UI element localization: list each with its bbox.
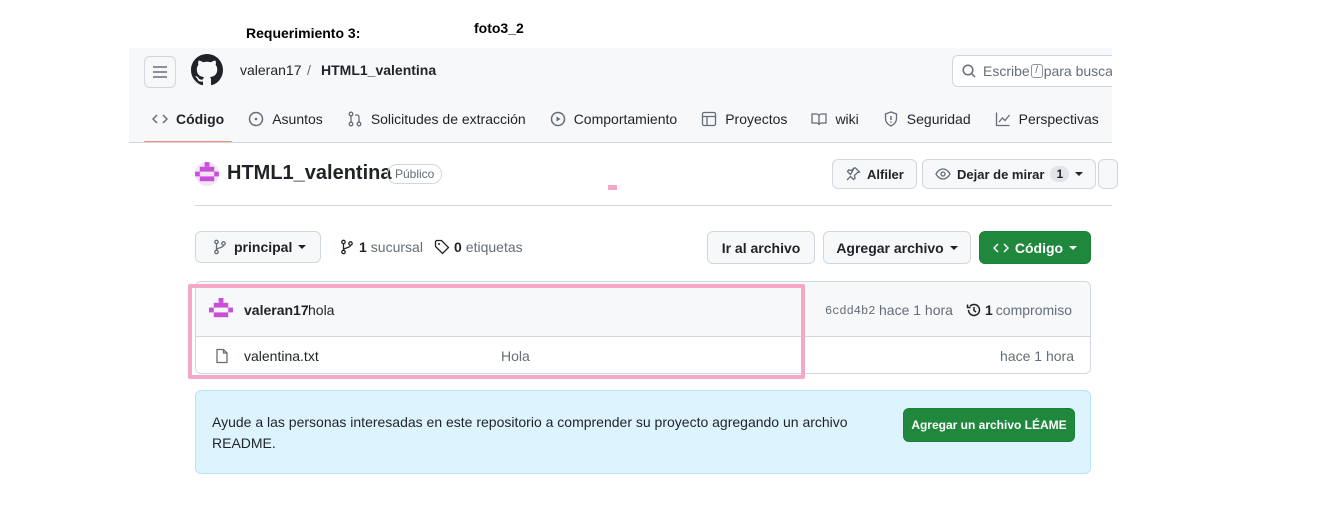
breadcrumb-owner-link[interactable]: valeran17 bbox=[240, 62, 302, 78]
pull-request-icon bbox=[348, 111, 362, 127]
repo-owner-avatar[interactable] bbox=[195, 162, 219, 186]
caret-down-icon bbox=[949, 245, 958, 250]
commit-count: 1 bbox=[985, 302, 993, 318]
tab-security-label: Seguridad bbox=[906, 111, 971, 127]
search-input[interactable]: Escribe / para buscar bbox=[952, 55, 1112, 87]
branch-name: principal bbox=[234, 239, 293, 255]
graph-icon bbox=[995, 112, 1010, 127]
commit-author-avatar[interactable] bbox=[209, 298, 233, 322]
play-icon bbox=[550, 111, 565, 127]
commit-message-link[interactable]: hola bbox=[308, 302, 334, 318]
code-icon bbox=[152, 114, 168, 124]
add-file-label: Agregar archivo bbox=[836, 239, 944, 256]
history-icon bbox=[966, 303, 981, 317]
file-row[interactable]: valentina.txt Hola hace 1 hora bbox=[196, 337, 1090, 373]
book-icon bbox=[811, 113, 828, 126]
code-button-label: Código bbox=[1014, 239, 1064, 256]
repo-title[interactable]: HTML1_valentina bbox=[227, 162, 391, 185]
file-commit-time: hace 1 hora bbox=[1000, 348, 1074, 364]
branches-label: sucursal bbox=[370, 239, 423, 255]
caret-down-icon bbox=[1069, 245, 1078, 250]
commit-count-label: compromiso bbox=[995, 302, 1073, 318]
unwatch-button[interactable]: Dejar de mirar 1 bbox=[922, 159, 1097, 189]
code-dropdown-button[interactable]: Código bbox=[979, 231, 1091, 264]
fork-button-cut-off[interactable] bbox=[1098, 159, 1118, 189]
tab-issues[interactable]: Asuntos bbox=[240, 104, 331, 134]
add-file-button[interactable]: Agregar archivo bbox=[823, 231, 971, 264]
tab-code[interactable]: Código bbox=[144, 104, 233, 142]
pin-label: Alfiler bbox=[867, 166, 904, 182]
search-placeholder-prefix: Escribe bbox=[983, 63, 1030, 79]
search-icon bbox=[962, 64, 976, 78]
branches-count: 1 bbox=[359, 239, 367, 255]
latest-commit-row: valeran17 hola 6cdd4b2 hace 1 hora 1 com… bbox=[196, 282, 1090, 337]
tab-projects-label: Proyectos bbox=[725, 111, 788, 127]
unwatch-label: Dejar de mirar bbox=[957, 166, 1045, 182]
watch-counter: 1 bbox=[1050, 166, 1070, 182]
repo-tabs: Código Asuntos Solicitudes de extracción… bbox=[144, 104, 1112, 142]
file-commit-message[interactable]: Hola bbox=[501, 348, 530, 364]
tab-actions[interactable]: Comportamiento bbox=[542, 104, 686, 134]
pin-button[interactable]: Alfiler bbox=[832, 159, 917, 189]
file-name-link[interactable]: valentina.txt bbox=[244, 348, 319, 364]
tab-code-label: Código bbox=[176, 111, 225, 127]
pin-icon bbox=[846, 167, 861, 181]
breadcrumb-repo-link[interactable]: HTML1_valentina bbox=[321, 62, 436, 78]
breadcrumb-separator: / bbox=[307, 62, 311, 78]
eye-icon bbox=[935, 168, 951, 180]
tags-link[interactable]: 0 etiquetas bbox=[434, 239, 523, 255]
tab-actions-label: Comportamiento bbox=[573, 111, 678, 127]
readme-prompt-text: Ayude a las personas interesadas en este… bbox=[212, 414, 848, 451]
github-logo-icon[interactable] bbox=[191, 54, 223, 86]
caret-down-icon bbox=[298, 245, 307, 249]
tab-insights[interactable]: Perspectivas bbox=[987, 104, 1107, 134]
hamburger-menu-button[interactable] bbox=[144, 56, 176, 88]
hamburger-icon bbox=[153, 66, 167, 78]
tags-label: etiquetas bbox=[465, 239, 523, 255]
readme-prompt-banner: Ayude a las personas interesadas en este… bbox=[195, 390, 1091, 474]
caret-down-icon bbox=[1075, 172, 1084, 176]
shield-icon bbox=[884, 111, 897, 127]
commit-author-link[interactable]: valeran17 bbox=[244, 302, 309, 318]
pink-marker bbox=[608, 185, 617, 190]
tab-wiki-label: wiki bbox=[835, 111, 859, 127]
tab-pull-requests-label: Solicitudes de extracción bbox=[370, 111, 526, 127]
tab-insights-label: Perspectivas bbox=[1018, 111, 1099, 127]
tab-projects[interactable]: Proyectos bbox=[693, 104, 795, 134]
tab-pull-requests[interactable]: Solicitudes de extracción bbox=[339, 104, 534, 134]
tab-issues-label: Asuntos bbox=[272, 111, 323, 127]
tab-security[interactable]: Seguridad bbox=[875, 104, 979, 134]
file-table: valeran17 hola 6cdd4b2 hace 1 hora 1 com… bbox=[195, 281, 1091, 374]
issue-icon bbox=[248, 111, 264, 127]
commit-sha-link[interactable]: 6cdd4b2 bbox=[825, 304, 875, 318]
add-readme-button[interactable]: Agregar un archivo LÉAME bbox=[903, 408, 1075, 442]
search-placeholder-suffix: para buscar bbox=[1043, 63, 1112, 79]
branches-link[interactable]: 1 sucursal bbox=[339, 239, 423, 255]
tags-count: 0 bbox=[454, 239, 462, 255]
commit-history-link[interactable]: 1 compromiso bbox=[966, 302, 1072, 318]
tab-wiki[interactable]: wiki bbox=[803, 104, 866, 134]
repo-title-bar: HTML1_valentina Público Alfiler Dejar de… bbox=[195, 158, 1118, 206]
identicon-icon bbox=[195, 162, 219, 186]
code-icon bbox=[992, 242, 1009, 253]
table-icon bbox=[702, 111, 717, 127]
tag-icon bbox=[434, 239, 450, 255]
branch-selector[interactable]: principal bbox=[195, 231, 322, 263]
branch-icon bbox=[214, 239, 226, 255]
file-icon bbox=[216, 348, 228, 364]
search-shortcut-key: / bbox=[1030, 64, 1043, 78]
commit-time: hace 1 hora bbox=[879, 302, 953, 318]
photo-label: foto3_2 bbox=[474, 20, 524, 36]
go-to-file-label: Ir al archivo bbox=[721, 239, 801, 256]
branch-icon bbox=[341, 239, 353, 255]
requirement-label: Requerimiento 3: bbox=[246, 25, 361, 41]
visibility-badge: Público bbox=[387, 164, 443, 184]
go-to-file-button[interactable]: Ir al archivo bbox=[707, 231, 815, 264]
github-header: valeran17 / HTML1_valentina Escribe / pa… bbox=[129, 48, 1112, 143]
